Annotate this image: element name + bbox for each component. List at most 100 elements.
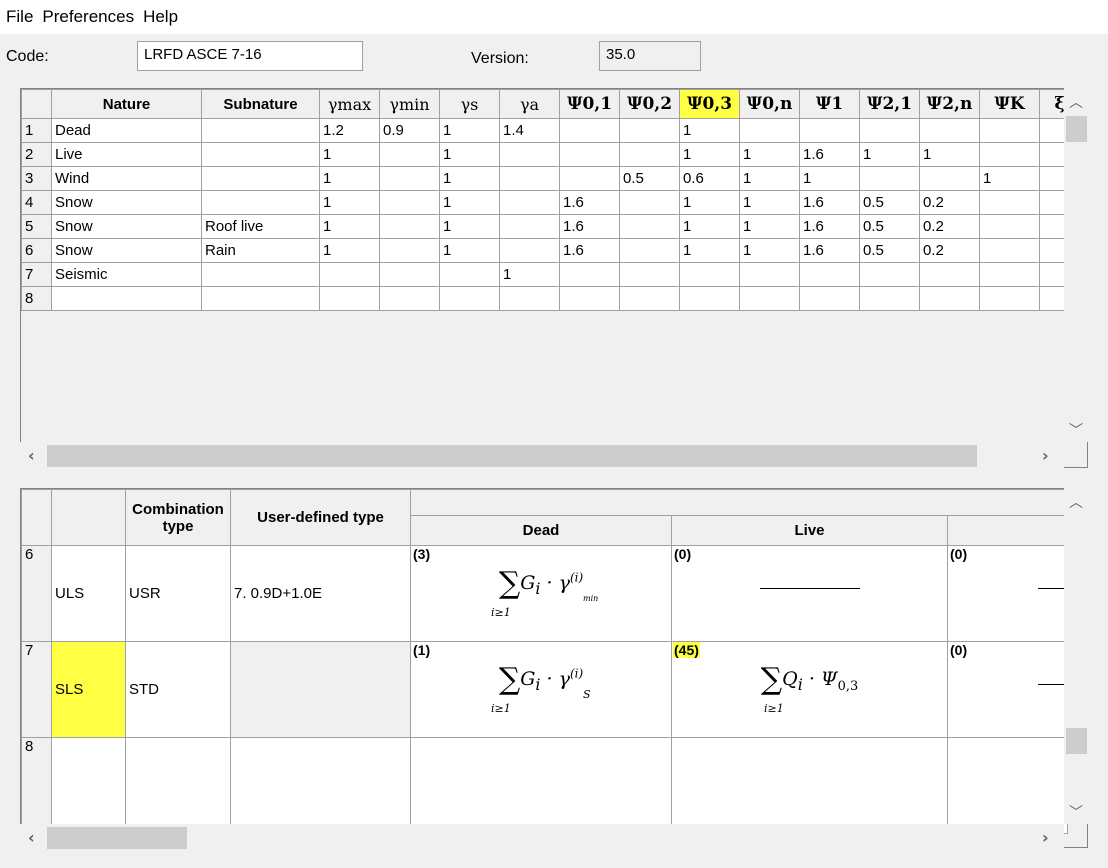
next-formula-cell[interactable] (947, 737, 1068, 834)
gamma-max-cell[interactable]: 1 (319, 166, 380, 191)
live-formula-cell[interactable]: (0) (671, 545, 948, 642)
dead-formula-cell[interactable]: (1) ∑Gi · γ(i) i≥1 S (410, 641, 672, 738)
limit-state-cell[interactable]: SLS (51, 641, 126, 738)
psi-03-cell[interactable]: 1 (679, 238, 740, 263)
psi-2n-cell[interactable]: 0.2 (919, 238, 980, 263)
psi-1-cell[interactable] (799, 286, 860, 311)
psi-0n-cell[interactable] (739, 286, 800, 311)
psi-2n-cell[interactable] (919, 166, 980, 191)
psi-02-cell[interactable]: 0.5 (619, 166, 680, 191)
psi-21-cell[interactable] (859, 118, 920, 143)
psi-01-cell[interactable]: 1.6 (559, 238, 620, 263)
menu-help[interactable]: Help (137, 7, 181, 27)
table-row[interactable]: 5 Snow Roof live 1 1 1.6 1 1 1.6 0.5 0.2 (21, 214, 1080, 239)
subnature-cell[interactable]: Rain (201, 238, 320, 263)
psi-2n-cell[interactable]: 1 (919, 142, 980, 167)
chevron-left-icon[interactable]: ‹ (28, 446, 35, 465)
nature-cell[interactable]: Snow (51, 190, 202, 215)
psi-0n-cell[interactable]: 1 (739, 142, 800, 167)
gamma-s-cell[interactable]: 1 (439, 214, 500, 239)
psi-02-cell[interactable] (619, 238, 680, 263)
user-defined-type-cell[interactable]: 7. 0.9D+1.0E (230, 545, 411, 642)
chevron-left-icon[interactable]: ‹ (28, 828, 35, 847)
combination-vertical-thumb[interactable] (1066, 728, 1087, 754)
user-defined-type-cell[interactable] (230, 737, 411, 834)
gamma-min-cell[interactable] (379, 166, 440, 191)
gamma-a-cell[interactable] (499, 214, 560, 239)
gamma-a-cell[interactable]: 1 (499, 262, 560, 287)
psi-k-header[interactable]: ΨK (979, 89, 1040, 119)
gamma-max-cell[interactable]: 1 (319, 142, 380, 167)
nature-cell[interactable]: Dead (51, 118, 202, 143)
psi-0n-cell[interactable]: 1 (739, 190, 800, 215)
chevron-up-icon[interactable]: ︿ (1069, 92, 1083, 112)
combination-type-cell[interactable] (125, 737, 231, 834)
subnature-cell[interactable] (201, 142, 320, 167)
gamma-max-cell[interactable]: 1 (319, 238, 380, 263)
psi-02-header[interactable]: Ψ0,2 (619, 89, 680, 119)
psi-k-cell[interactable] (979, 142, 1040, 167)
subnature-cell[interactable]: Roof live (201, 214, 320, 239)
limit-state-cell[interactable] (51, 737, 126, 834)
psi-03-cell[interactable]: 0.6 (679, 166, 740, 191)
psi-01-cell[interactable]: 1.6 (559, 190, 620, 215)
nature-cell[interactable]: Seismic (51, 262, 202, 287)
psi-03-header[interactable]: Ψ0,3 (679, 89, 740, 119)
psi-2n-cell[interactable] (919, 262, 980, 287)
next-formula-cell[interactable]: (0) (947, 545, 1068, 642)
psi-k-cell[interactable]: 1 (979, 166, 1040, 191)
gamma-a-cell[interactable] (499, 190, 560, 215)
gamma-min-cell[interactable] (379, 262, 440, 287)
psi-0n-cell[interactable]: 1 (739, 238, 800, 263)
chevron-right-icon[interactable]: › (1042, 446, 1049, 465)
chevron-down-icon[interactable]: ﹀ (1069, 420, 1083, 440)
limit-state-cell[interactable]: ULS (51, 545, 126, 642)
gamma-max-cell[interactable] (319, 262, 380, 287)
combination-horizontal-scrollbar[interactable]: ‹ › (20, 824, 1064, 850)
psi-1-cell[interactable]: 1.6 (799, 190, 860, 215)
combination-type-header[interactable]: Combination type (125, 489, 231, 546)
gamma-s-cell[interactable]: 1 (439, 190, 500, 215)
menu-preferences[interactable]: Preferences (36, 7, 137, 27)
psi-0n-cell[interactable]: 1 (739, 214, 800, 239)
table-row[interactable]: 7 SLS STD (1) ∑Gi · γ(i) i≥1 S (45) ∑Qi · … (21, 641, 1068, 738)
subnature-cell[interactable] (201, 118, 320, 143)
psi-02-cell[interactable] (619, 214, 680, 239)
gamma-a-cell[interactable] (499, 238, 560, 263)
psi-1-header[interactable]: Ψ1 (799, 89, 860, 119)
combination-type-cell[interactable]: USR (125, 545, 231, 642)
subnature-header[interactable]: Subnature (201, 89, 320, 119)
psi-03-cell[interactable]: 1 (679, 142, 740, 167)
live-header[interactable]: Live (671, 515, 948, 546)
psi-1-cell[interactable]: 1.6 (799, 214, 860, 239)
psi-1-cell[interactable]: 1.6 (799, 238, 860, 263)
gamma-max-cell[interactable]: 1 (319, 190, 380, 215)
gamma-max-cell[interactable]: 1.2 (319, 118, 380, 143)
table-row[interactable]: 4 Snow 1 1 1.6 1 1 1.6 0.5 0.2 (21, 190, 1080, 215)
chevron-right-icon[interactable]: › (1042, 828, 1049, 847)
psi-k-cell[interactable] (979, 190, 1040, 215)
live-formula-cell[interactable] (671, 737, 948, 834)
gamma-max-header[interactable]: γmax (319, 89, 380, 119)
dead-header[interactable]: Dead (410, 515, 672, 546)
psi-21-cell[interactable]: 1 (859, 142, 920, 167)
gamma-a-cell[interactable]: 1.4 (499, 118, 560, 143)
nature-cell[interactable]: Snow (51, 214, 202, 239)
psi-1-cell[interactable] (799, 262, 860, 287)
gamma-s-cell[interactable]: 1 (439, 166, 500, 191)
gamma-min-cell[interactable] (379, 238, 440, 263)
psi-k-cell[interactable] (979, 214, 1040, 239)
gamma-a-header[interactable]: γa (499, 89, 560, 119)
psi-01-cell[interactable] (559, 142, 620, 167)
gamma-min-cell[interactable] (379, 214, 440, 239)
gamma-s-cell[interactable]: 1 (439, 118, 500, 143)
psi-01-cell[interactable]: 1.6 (559, 214, 620, 239)
gamma-s-cell[interactable] (439, 262, 500, 287)
psi-21-cell[interactable]: 0.5 (859, 238, 920, 263)
psi-21-cell[interactable]: 0.5 (859, 190, 920, 215)
user-defined-type-header[interactable]: User-defined type (230, 489, 411, 546)
psi-01-header[interactable]: Ψ0,1 (559, 89, 620, 119)
table-row[interactable]: 3 Wind 1 1 0.5 0.6 1 1 1 (21, 166, 1080, 191)
gamma-a-cell[interactable] (499, 142, 560, 167)
gamma-s-cell[interactable] (439, 286, 500, 311)
